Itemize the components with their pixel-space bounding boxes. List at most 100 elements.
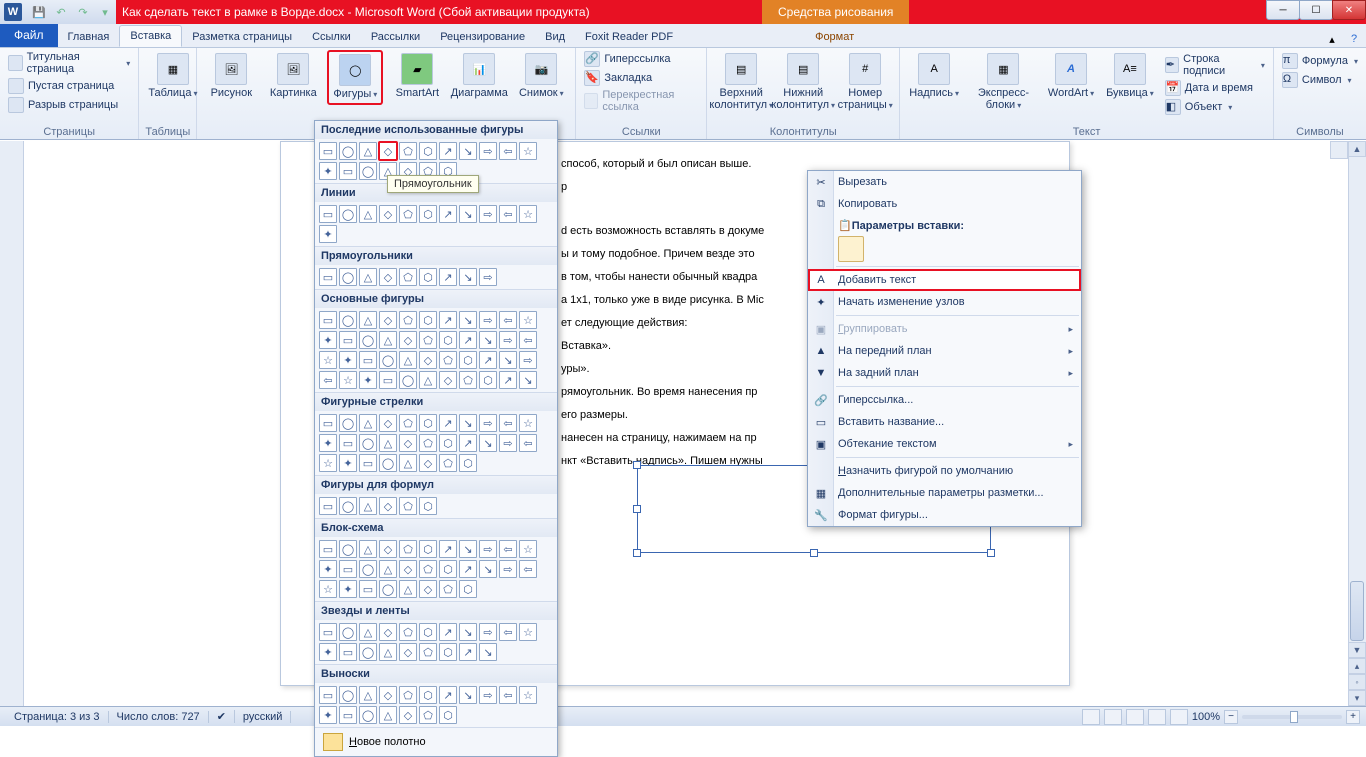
shape-thumbnail[interactable]: ⬡ bbox=[439, 643, 457, 661]
shape-thumbnail[interactable]: ⇨ bbox=[499, 434, 517, 452]
shape-thumbnail[interactable]: ◇ bbox=[379, 540, 397, 558]
shape-thumbnail[interactable]: ◯ bbox=[359, 643, 377, 661]
tab-foxit[interactable]: Foxit Reader PDF bbox=[575, 27, 683, 47]
shape-thumbnail[interactable]: ◇ bbox=[439, 371, 457, 389]
clipart-button[interactable]: 🖼Картинка bbox=[265, 50, 321, 102]
resize-handle[interactable] bbox=[810, 549, 818, 557]
shape-thumbnail[interactable]: ⇦ bbox=[519, 331, 537, 349]
picture-button[interactable]: 🖼Рисунок bbox=[203, 50, 259, 102]
shape-thumbnail[interactable]: ⇦ bbox=[499, 142, 517, 160]
status-page[interactable]: Страница: 3 из 3 bbox=[6, 711, 109, 723]
shape-thumbnail[interactable]: ↗ bbox=[459, 560, 477, 578]
shape-thumbnail[interactable]: ◇ bbox=[399, 560, 417, 578]
close-button[interactable]: ✕ bbox=[1332, 0, 1366, 20]
datetime-button[interactable]: 📅Дата и время bbox=[1163, 79, 1267, 97]
shape-thumbnail[interactable]: ◯ bbox=[339, 414, 357, 432]
shape-thumbnail[interactable]: ◇ bbox=[379, 268, 397, 286]
maximize-button[interactable]: ☐ bbox=[1299, 0, 1333, 20]
shape-thumbnail[interactable]: △ bbox=[359, 623, 377, 641]
quickparts-button[interactable]: ▦Экспресс-блоки▾ bbox=[968, 50, 1039, 115]
shape-thumbnail[interactable]: ↗ bbox=[439, 205, 457, 223]
undo-icon[interactable]: ↶ bbox=[52, 3, 70, 21]
shape-thumbnail[interactable]: ⇨ bbox=[499, 560, 517, 578]
view-draft[interactable] bbox=[1170, 709, 1188, 725]
shape-thumbnail[interactable]: △ bbox=[359, 540, 377, 558]
shape-thumbnail[interactable]: ⬠ bbox=[399, 686, 417, 704]
shape-thumbnail[interactable]: ⬠ bbox=[399, 540, 417, 558]
table-button[interactable]: ▦Таблица▾ bbox=[145, 50, 200, 103]
shape-thumbnail[interactable]: ⬡ bbox=[479, 371, 497, 389]
shape-thumbnail[interactable]: ☆ bbox=[339, 371, 357, 389]
shape-thumbnail[interactable]: △ bbox=[419, 371, 437, 389]
shape-thumbnail[interactable]: ✦ bbox=[319, 331, 337, 349]
page-break-button[interactable]: Разрыв страницы bbox=[6, 96, 120, 114]
footer-button[interactable]: ▤Нижний колонтитул▾ bbox=[775, 50, 831, 115]
shape-thumbnail[interactable]: ☆ bbox=[319, 351, 337, 369]
shape-thumbnail[interactable]: ⬠ bbox=[399, 142, 417, 160]
shape-thumbnail[interactable]: ◇ bbox=[379, 414, 397, 432]
help-icon[interactable]: ? bbox=[1346, 31, 1362, 47]
shape-thumbnail[interactable]: ◇ bbox=[399, 643, 417, 661]
shape-thumbnail[interactable]: △ bbox=[359, 205, 377, 223]
shape-thumbnail[interactable]: ⇨ bbox=[479, 540, 497, 558]
resize-handle[interactable] bbox=[633, 505, 641, 513]
shape-thumbnail[interactable]: △ bbox=[379, 560, 397, 578]
shape-thumbnail[interactable]: ↗ bbox=[439, 540, 457, 558]
shape-thumbnail[interactable]: ⬠ bbox=[419, 643, 437, 661]
minimize-button[interactable]: ─ bbox=[1266, 0, 1300, 20]
shape-thumbnail[interactable]: ◯ bbox=[339, 268, 357, 286]
ctx-caption[interactable]: ▭Вставить название... bbox=[808, 411, 1081, 433]
shape-thumbnail[interactable]: ⇦ bbox=[499, 540, 517, 558]
shape-thumbnail[interactable]: ⬠ bbox=[419, 706, 437, 724]
shape-thumbnail[interactable]: ⇨ bbox=[479, 414, 497, 432]
shape-thumbnail[interactable]: ✦ bbox=[319, 434, 337, 452]
shape-thumbnail[interactable]: ↘ bbox=[459, 142, 477, 160]
shape-thumbnail[interactable]: ◇ bbox=[399, 331, 417, 349]
shape-thumbnail[interactable]: ◯ bbox=[399, 371, 417, 389]
paste-option-button[interactable] bbox=[838, 236, 864, 262]
scroll-down-icon[interactable]: ▼ bbox=[1348, 642, 1366, 658]
shape-thumbnail[interactable]: ☆ bbox=[519, 686, 537, 704]
shape-thumbnail[interactable]: ◯ bbox=[339, 686, 357, 704]
shape-thumbnail[interactable]: ⇦ bbox=[519, 434, 537, 452]
shape-thumbnail[interactable]: △ bbox=[399, 351, 417, 369]
zoom-level[interactable]: 100% bbox=[1192, 711, 1220, 723]
shape-thumbnail[interactable]: ⬡ bbox=[439, 331, 457, 349]
shape-thumbnail[interactable]: ◯ bbox=[339, 497, 357, 515]
shape-thumbnail[interactable]: ▭ bbox=[319, 623, 337, 641]
shape-thumbnail[interactable]: ↗ bbox=[439, 268, 457, 286]
ctx-more-layout[interactable]: ▦Дополнительные параметры разметки... bbox=[808, 482, 1081, 504]
shape-thumbnail[interactable]: ⇨ bbox=[519, 351, 537, 369]
shape-thumbnail[interactable]: △ bbox=[359, 686, 377, 704]
shape-thumbnail[interactable]: ✦ bbox=[319, 225, 337, 243]
shape-thumbnail[interactable]: ◯ bbox=[339, 205, 357, 223]
shape-thumbnail[interactable]: ⬠ bbox=[399, 311, 417, 329]
ctx-hyperlink[interactable]: 🔗Гиперссылка... bbox=[808, 389, 1081, 411]
shape-thumbnail[interactable]: ⬠ bbox=[399, 268, 417, 286]
shape-thumbnail[interactable]: ⬠ bbox=[399, 497, 417, 515]
shape-thumbnail[interactable]: ▭ bbox=[319, 540, 337, 558]
shape-thumbnail[interactable]: ⬠ bbox=[399, 205, 417, 223]
shape-thumbnail[interactable]: ↘ bbox=[459, 623, 477, 641]
ctx-edit-points[interactable]: ✦Начать изменение узлов bbox=[808, 291, 1081, 313]
shape-thumbnail[interactable]: ◇ bbox=[399, 706, 417, 724]
shape-thumbnail[interactable]: ⇦ bbox=[319, 371, 337, 389]
zoom-slider[interactable] bbox=[1242, 715, 1342, 719]
shape-thumbnail[interactable]: ◯ bbox=[359, 434, 377, 452]
shape-thumbnail[interactable]: ↗ bbox=[439, 311, 457, 329]
shape-thumbnail[interactable]: ▭ bbox=[319, 686, 337, 704]
shape-thumbnail[interactable]: ◯ bbox=[379, 580, 397, 598]
shape-thumbnail[interactable]: ▭ bbox=[339, 434, 357, 452]
shape-thumbnail[interactable]: ▭ bbox=[319, 205, 337, 223]
zoom-thumb[interactable] bbox=[1290, 711, 1298, 723]
ctx-copy[interactable]: ⧉Копировать bbox=[808, 193, 1081, 215]
status-words[interactable]: Число слов: 727 bbox=[109, 711, 209, 723]
shape-thumbnail[interactable]: ⇦ bbox=[499, 623, 517, 641]
shape-thumbnail[interactable]: ✦ bbox=[319, 643, 337, 661]
ctx-set-default[interactable]: Назначить фигурой по умолчанию bbox=[808, 460, 1081, 482]
shape-thumbnail[interactable]: ⇨ bbox=[499, 331, 517, 349]
shape-thumbnail[interactable]: ⬡ bbox=[459, 454, 477, 472]
shape-thumbnail[interactable]: △ bbox=[379, 643, 397, 661]
shape-thumbnail[interactable]: ✦ bbox=[359, 371, 377, 389]
view-web[interactable] bbox=[1126, 709, 1144, 725]
